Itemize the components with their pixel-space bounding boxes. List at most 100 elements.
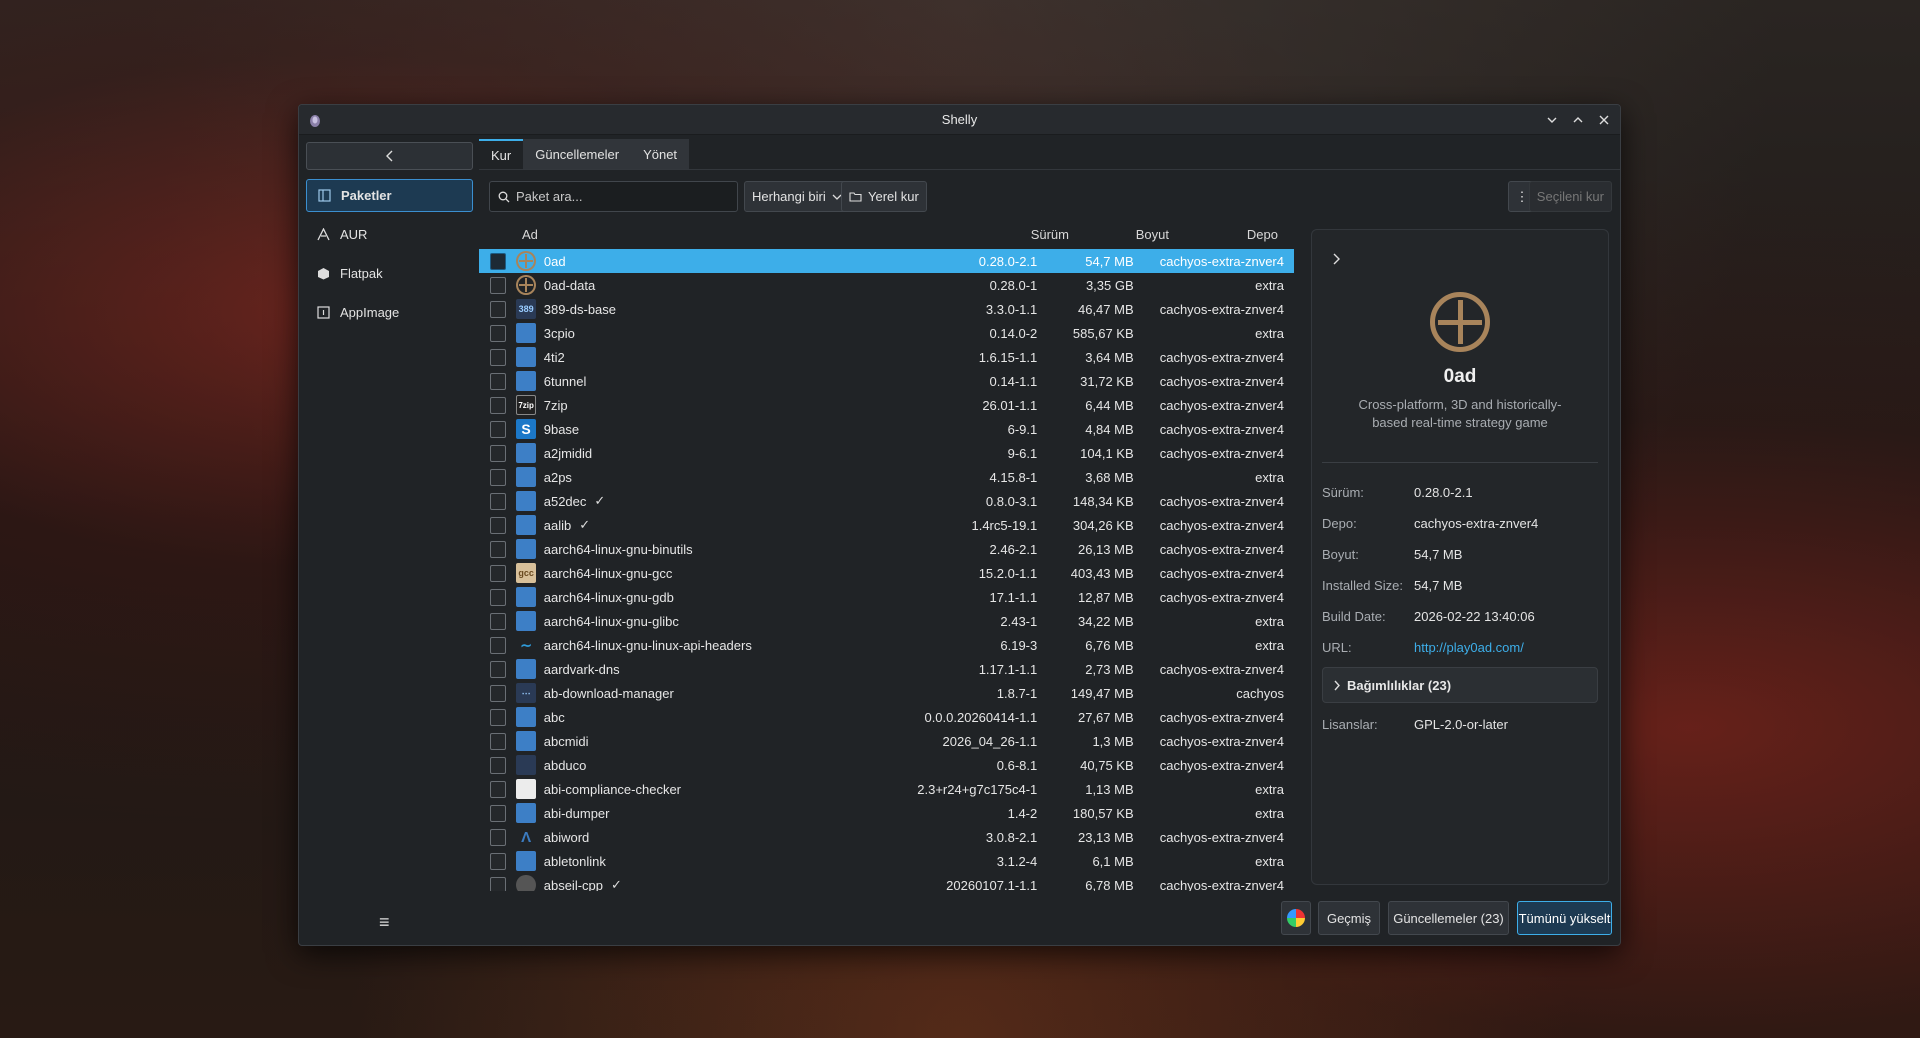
- table-row[interactable]: 6tunnel 0.14-1.1 31,72 KB cachyos-extra-znv…: [479, 369, 1294, 393]
- row-checkbox[interactable]: [490, 876, 507, 891]
- row-checkbox[interactable]: [490, 420, 507, 438]
- row-checkbox[interactable]: [490, 852, 507, 870]
- row-checkbox[interactable]: [490, 444, 507, 462]
- table-row[interactable]: a2jmidid 9-6.1 104,1 KB cachyos-extra-znver…: [479, 441, 1294, 465]
- table-row[interactable]: abi-dumper 1.4-2 180,57 KB extra: [479, 801, 1294, 825]
- row-checkbox[interactable]: [490, 252, 507, 270]
- table-row[interactable]: aarch64-linux-gnu-binutils 2.46-2.1 26,13 …: [479, 537, 1294, 561]
- table-row[interactable]: Λabiword 3.0.8-2.1 23,13 MB cachyos-extra-z…: [479, 825, 1294, 849]
- row-checkbox[interactable]: [490, 804, 507, 822]
- column-header-size[interactable]: Boyut: [1069, 227, 1169, 242]
- package-size: 180,57 KB: [1072, 805, 1134, 821]
- package-version: 4.15.8-1: [989, 469, 1038, 485]
- history-button[interactable]: Geçmiş: [1318, 901, 1380, 935]
- updates-button[interactable]: Güncellemeler (23): [1388, 901, 1509, 935]
- package-repo: cachyos-extra-znver4: [1159, 733, 1284, 749]
- row-checkbox[interactable]: [490, 588, 507, 606]
- row-checkbox[interactable]: [490, 300, 507, 318]
- package-size: 46,47 MB: [1077, 301, 1134, 317]
- package-version: 3.1.2-4: [996, 853, 1038, 869]
- table-row[interactable]: abcmidi 2026_04_26-1.1 1,3 MB cachyos-extra…: [479, 729, 1294, 753]
- package-name: aarch64-linux-gnu-linux-api-headers: [536, 638, 910, 653]
- package-name-text: abi-dumper: [543, 805, 610, 821]
- column-header-name[interactable]: Ad: [479, 227, 939, 242]
- row-checkbox[interactable]: [490, 516, 507, 534]
- table-row[interactable]: gcc aarch64-linux-gnu-gcc 15.2.0-1.1 403,43…: [479, 561, 1294, 585]
- back-button[interactable]: [306, 142, 473, 170]
- row-checkbox[interactable]: [490, 492, 507, 510]
- package-repo: cachyos-extra-znver4: [1159, 757, 1284, 773]
- maximize-icon[interactable]: [1568, 110, 1588, 130]
- column-header-repo[interactable]: Depo: [1169, 227, 1284, 242]
- row-checkbox[interactable]: [490, 612, 507, 630]
- package-repo: extra: [1255, 277, 1284, 293]
- package-large-icon: [1430, 292, 1490, 352]
- table-row[interactable]: a2ps 4.15.8-1 3,68 MB extra: [479, 465, 1294, 489]
- upgrade-all-button[interactable]: Tümünü yükselt: [1517, 901, 1612, 935]
- table-row[interactable]: 7zip 7zip 26.01-1.1 6,44 MB cachyos-extra-zn…: [479, 393, 1294, 417]
- row-checkbox[interactable]: [490, 468, 507, 486]
- package-name: abi-compliance-checker: [536, 782, 910, 797]
- close-icon[interactable]: [1594, 110, 1614, 130]
- sidebar-item-paketler[interactable]: Paketler: [306, 179, 473, 212]
- search-input[interactable]: [516, 189, 716, 204]
- dependencies-expander[interactable]: Bağımlılıklar (23): [1322, 667, 1598, 703]
- row-checkbox[interactable]: [490, 732, 507, 750]
- row-checkbox[interactable]: [490, 660, 507, 678]
- row-checkbox[interactable]: [490, 324, 507, 342]
- row-checkbox[interactable]: [490, 276, 507, 294]
- table-row[interactable]: aardvark-dns 1.17.1-1.1 2,73 MB cachyos-ext…: [479, 657, 1294, 681]
- table-row[interactable]: 0ad 0.28.0-2.1 54,7 MB cachyos-extra-znver4: [479, 249, 1294, 273]
- row-checkbox[interactable]: [490, 348, 507, 366]
- url-link[interactable]: http://play0ad.com/: [1414, 640, 1524, 655]
- package-name: aardvark-dns: [536, 662, 910, 677]
- table-row[interactable]: abi-compliance-checker 2.3+r24+g7c175c4-1…: [479, 777, 1294, 801]
- row-checkbox[interactable]: [490, 780, 507, 798]
- table-row[interactable]: aarch64-linux-gnu-gdb 17.1-1.1 12,87 MB cac…: [479, 585, 1294, 609]
- package-name-text: aarch64-linux-gnu-linux-api-headers: [543, 637, 752, 653]
- row-checkbox[interactable]: [490, 372, 507, 390]
- search-box[interactable]: [489, 181, 738, 212]
- sidebar-item-appimage[interactable]: AppImage: [306, 296, 473, 329]
- tab-yonet[interactable]: Yönet: [631, 139, 690, 169]
- row-checkbox[interactable]: [490, 540, 507, 558]
- minimize-icon[interactable]: [1542, 110, 1562, 130]
- sidebar-item-aur[interactable]: AUR: [306, 218, 473, 251]
- row-checkbox[interactable]: [490, 756, 507, 774]
- table-row[interactable]: aalib ✓ 1.4rc5-19.1 304,26 KB cachyos-extra-…: [479, 513, 1294, 537]
- row-checkbox[interactable]: [490, 564, 507, 582]
- table-row[interactable]: ∼ aarch64-linux-gnu-linux-api-headers 6.19…: [479, 633, 1294, 657]
- sidebar-item-flatpak[interactable]: Flatpak: [306, 257, 473, 290]
- table-row[interactable]: 0ad-data 0.28.0-1 3,35 GB extra: [479, 273, 1294, 297]
- row-checkbox[interactable]: [490, 828, 507, 846]
- details-panel: 0ad Cross-platform, 3D and historically-…: [1311, 229, 1609, 885]
- parrot-button[interactable]: [1281, 901, 1311, 935]
- row-checkbox[interactable]: [490, 684, 507, 702]
- tab-guncellemeler[interactable]: Güncellemeler: [523, 139, 632, 169]
- dependencies-label: Bağımlılıklar (23): [1347, 677, 1452, 693]
- install-selected-button[interactable]: Seçileni kur: [1528, 181, 1612, 212]
- table-row[interactable]: 3cpio 0.14.0-2 585,67 KB extra: [479, 321, 1294, 345]
- column-header-version[interactable]: Sürüm: [939, 227, 1069, 242]
- local-install-button[interactable]: Yerel kur: [841, 181, 927, 212]
- chevron-right-icon[interactable]: [1332, 252, 1341, 269]
- table-row[interactable]: a52dec ✓ 0.8.0-3.1 148,34 KB cachyos-extra-z…: [479, 489, 1294, 513]
- tab-kur[interactable]: Kur: [479, 139, 524, 169]
- table-row[interactable]: abduco 0.6-8.1 40,75 KB cachyos-extra-znver…: [479, 753, 1294, 777]
- table-row[interactable]: abseil-cpp ✓ 20260107.1-1.1 6,78 MB cachyos-…: [479, 873, 1294, 891]
- package-size: 3,68 MB: [1085, 469, 1134, 485]
- table-row[interactable]: S 9base 6-9.1 4,84 MB cachyos-extra-znver4: [479, 417, 1294, 441]
- filter-value: Herhangi biri: [752, 189, 826, 204]
- table-row[interactable]: 4ti2 1.6.15-1.1 3,64 MB cachyos-extra-znver…: [479, 345, 1294, 369]
- table-row[interactable]: abc 0.0.0.20260414-1.1 27,67 MB cachyos-ext…: [479, 705, 1294, 729]
- hamburger-menu-icon[interactable]: ≡: [379, 912, 390, 933]
- table-row[interactable]: 389 389-ds-base 3.3.0-1.1 46,47 MB cachyos-e…: [479, 297, 1294, 321]
- row-checkbox[interactable]: [490, 708, 507, 726]
- table-row[interactable]: abletonlink 3.1.2-4 6,1 MB extra: [479, 849, 1294, 873]
- filter-dropdown[interactable]: Herhangi biri: [744, 181, 850, 212]
- row-checkbox[interactable]: [490, 396, 507, 414]
- package-name: 6tunnel: [536, 374, 910, 389]
- row-checkbox[interactable]: [490, 636, 507, 654]
- table-row[interactable]: ⋯ ab-download-manager 1.8.7-1 149,47 MB cach…: [479, 681, 1294, 705]
- table-row[interactable]: aarch64-linux-gnu-glibc 2.43-1 34,22 MB ext…: [479, 609, 1294, 633]
